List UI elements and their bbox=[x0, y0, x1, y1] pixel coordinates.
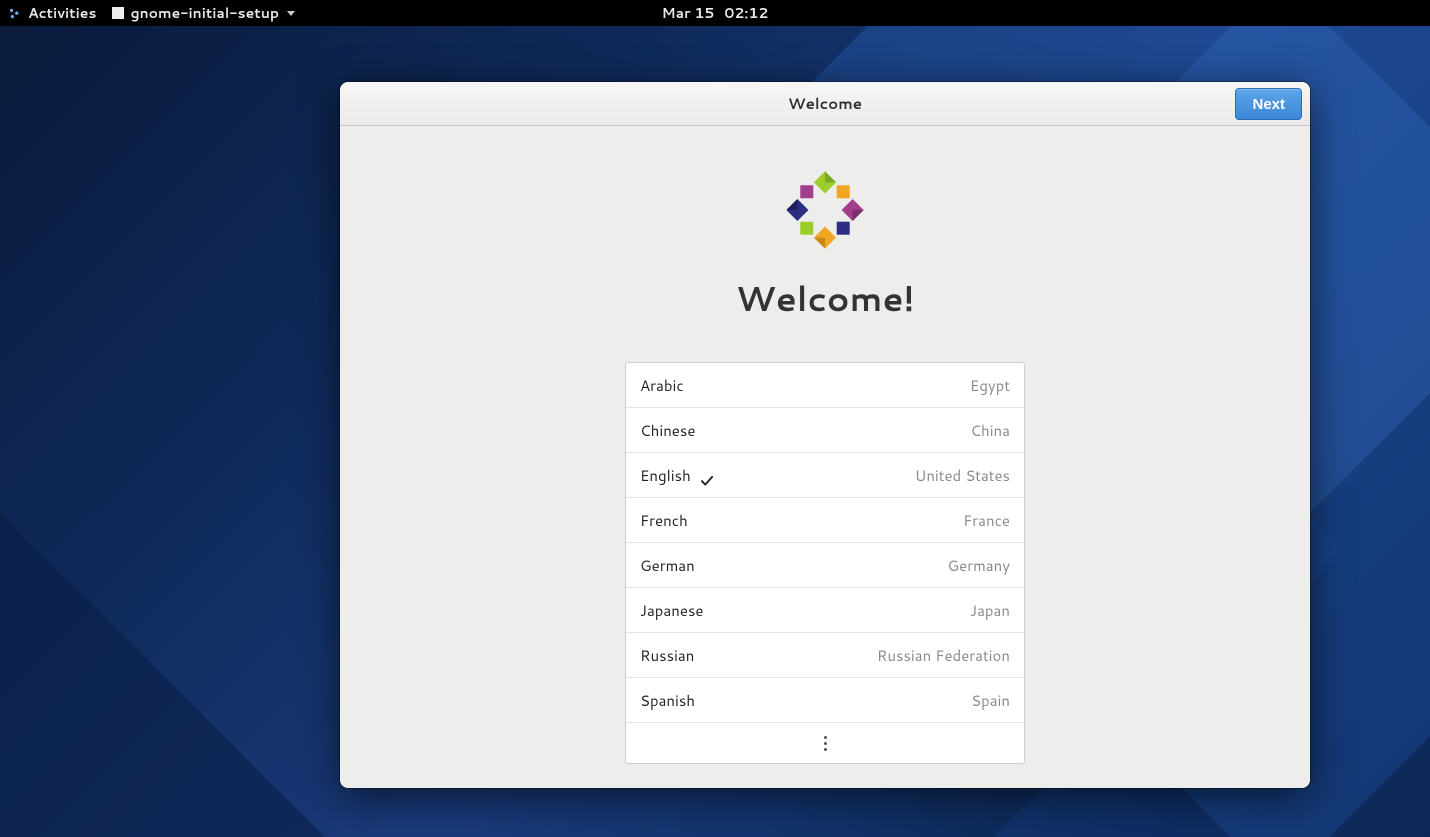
window-title: Welcome bbox=[788, 93, 862, 114]
language-region: China bbox=[970, 420, 1010, 441]
language-region: Egypt bbox=[970, 375, 1010, 396]
gnome-topbar: Activities gnome-initial-setup Mar 15 02… bbox=[0, 0, 1430, 26]
language-region: United States bbox=[915, 465, 1010, 486]
language-row-english[interactable]: English United States bbox=[626, 453, 1024, 498]
activities-icon bbox=[8, 6, 22, 20]
language-row-spanish[interactable]: Spanish Spain bbox=[626, 678, 1024, 723]
clock[interactable]: Mar 15 02:12 bbox=[662, 3, 769, 23]
next-button[interactable]: Next bbox=[1235, 88, 1302, 120]
language-name: Russian bbox=[640, 645, 694, 666]
language-region: Japan bbox=[970, 600, 1010, 621]
language-name: Spanish bbox=[640, 690, 695, 711]
activities-button[interactable]: Activities bbox=[8, 3, 96, 23]
activities-label: Activities bbox=[28, 3, 96, 23]
language-name: Japanese bbox=[640, 600, 703, 621]
language-region: Spain bbox=[971, 690, 1010, 711]
language-region: Germany bbox=[948, 555, 1011, 576]
app-menu-icon bbox=[112, 7, 124, 19]
app-menu[interactable]: gnome-initial-setup bbox=[112, 3, 295, 23]
language-row-russian[interactable]: Russian Russian Federation bbox=[626, 633, 1024, 678]
language-name: Arabic bbox=[640, 375, 684, 396]
initial-setup-window: Welcome Next Welcome! Arabic bbox=[340, 82, 1310, 788]
language-row-french[interactable]: French France bbox=[626, 498, 1024, 543]
language-name: French bbox=[640, 510, 688, 531]
language-name: German bbox=[640, 555, 695, 576]
language-row-arabic[interactable]: Arabic Egypt bbox=[626, 363, 1024, 408]
more-languages-button[interactable] bbox=[626, 723, 1024, 763]
chevron-down-icon bbox=[287, 11, 295, 16]
language-name: Chinese bbox=[640, 420, 695, 441]
clock-date: Mar 15 bbox=[662, 3, 715, 23]
app-menu-label: gnome-initial-setup bbox=[130, 3, 279, 23]
more-icon bbox=[824, 736, 827, 751]
language-region: Russian Federation bbox=[877, 645, 1010, 666]
check-icon bbox=[701, 470, 713, 480]
language-row-japanese[interactable]: Japanese Japan bbox=[626, 588, 1024, 633]
language-name: English bbox=[640, 465, 691, 486]
language-row-german[interactable]: German Germany bbox=[626, 543, 1024, 588]
window-content: Welcome! Arabic Egypt Chinese China Engl… bbox=[340, 126, 1310, 788]
language-region: France bbox=[963, 510, 1010, 531]
titlebar: Welcome Next bbox=[340, 82, 1310, 126]
centos-logo-icon bbox=[779, 164, 871, 256]
welcome-heading: Welcome! bbox=[736, 274, 915, 322]
language-row-chinese[interactable]: Chinese China bbox=[626, 408, 1024, 453]
clock-time: 02:12 bbox=[724, 3, 768, 23]
language-list: Arabic Egypt Chinese China English Unite… bbox=[625, 362, 1025, 764]
